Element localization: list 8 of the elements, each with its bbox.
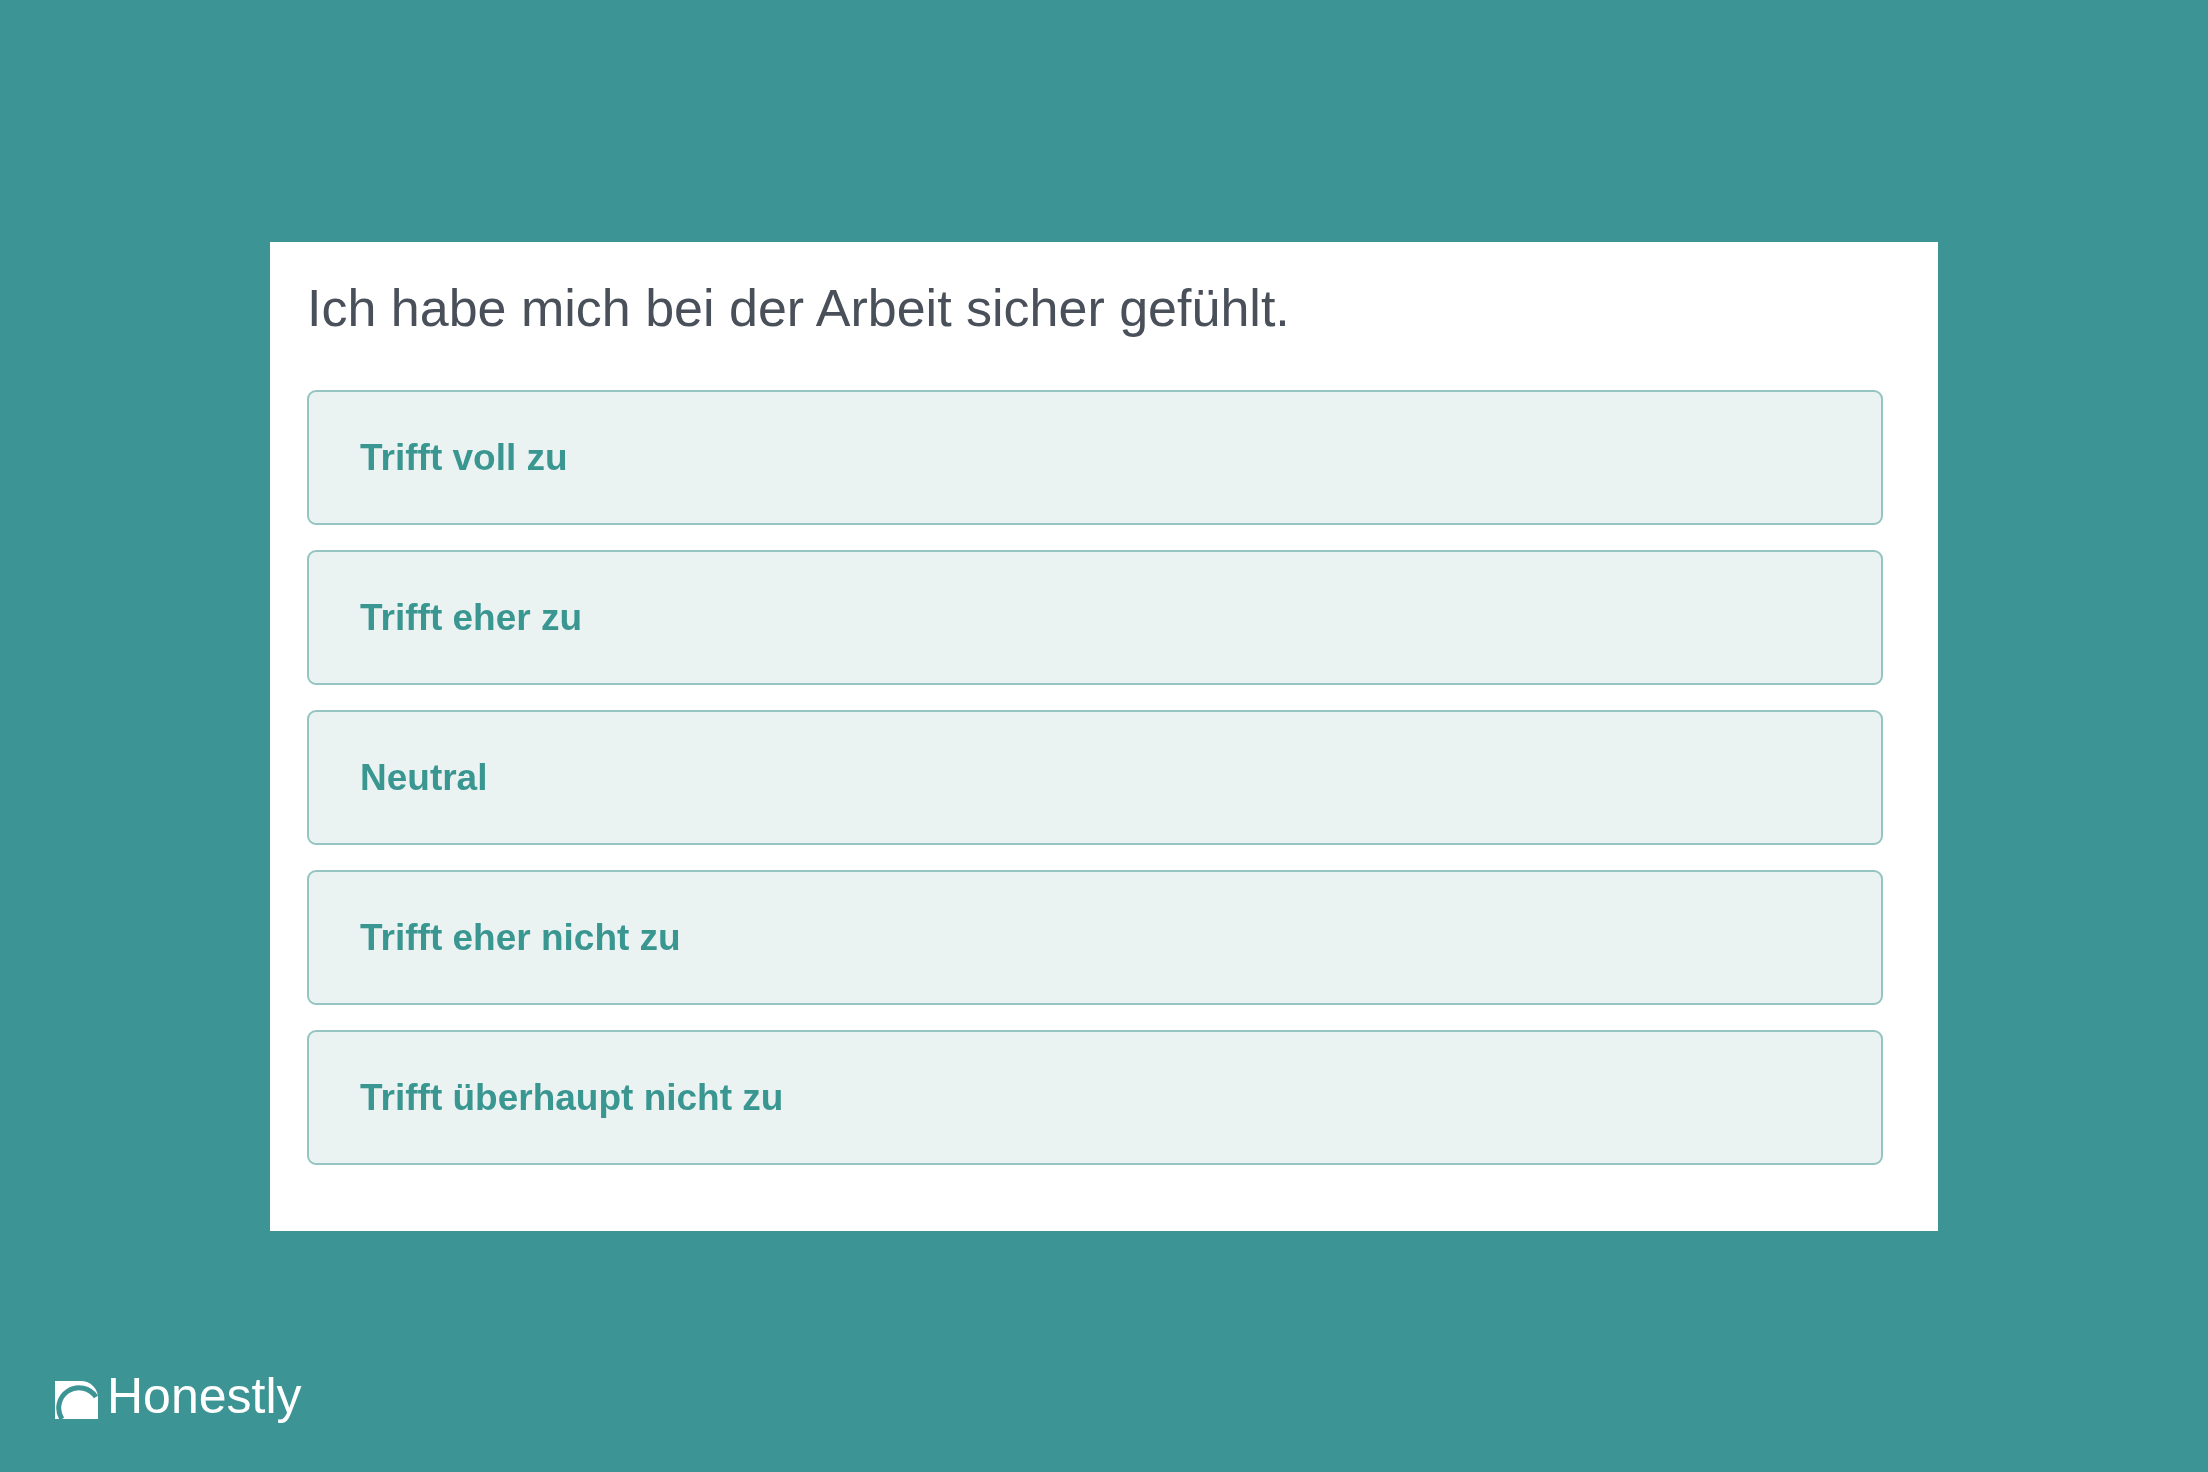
logo-icon [55, 1381, 98, 1419]
answer-option[interactable]: Neutral [307, 710, 1883, 845]
answer-option[interactable]: Trifft eher zu [307, 550, 1883, 685]
answer-option[interactable]: Trifft überhaupt nicht zu [307, 1030, 1883, 1165]
answer-option[interactable]: Trifft eher nicht zu [307, 870, 1883, 1005]
answer-option[interactable]: Trifft voll zu [307, 390, 1883, 525]
question-title: Ich habe mich bei der Arbeit sicher gefühlt. [307, 278, 1290, 339]
brand-name: Honestly [107, 1371, 302, 1421]
